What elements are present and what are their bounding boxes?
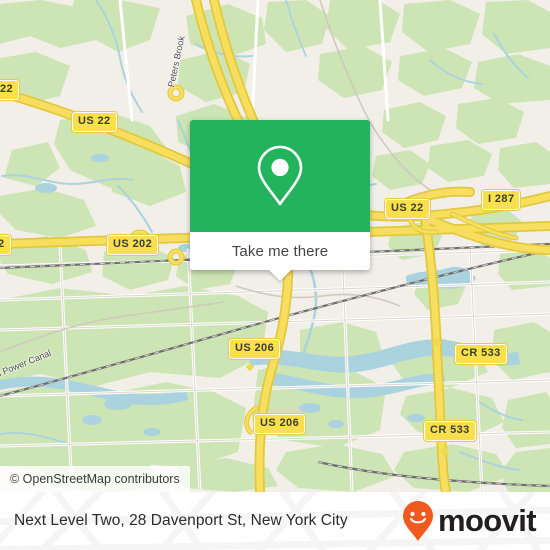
footer-bar: Next Level Two, 28 Davenport St, New Yor… [0,492,550,550]
road-shield: 2 [0,234,12,256]
road-shield: 22 [0,79,21,101]
road-shield: US 206 [227,338,282,360]
address-line: Next Level Two, 28 Davenport St, New Yor… [14,492,348,550]
osm-attribution[interactable]: © OpenStreetMap contributors [0,466,190,492]
moovit-brand[interactable]: moovit [401,492,537,550]
card-pointer-tail [269,270,291,281]
road-shield: CR 533 [454,343,508,365]
take-me-there-label: Take me there [231,242,329,260]
road-shield: US 22 [384,198,431,220]
road-shield: US 22 [71,111,118,133]
map-pin-icon [257,145,303,206]
moovit-pin-icon [402,501,433,541]
road-shield: I 287 [480,189,522,211]
moovit-map-screen: 22 US 22 2 US 202 US 22 I 287 US 206 US … [0,0,550,550]
card-icon-area [190,120,370,232]
address-text: Next Level Two, 28 Davenport St, New Yor… [14,512,348,529]
destination-popup-card[interactable]: Take me there [190,120,370,281]
card-action-area[interactable]: Take me there [190,232,370,281]
moovit-wordmark: moovit [437,502,537,538]
map-canvas[interactable]: 22 US 22 2 US 202 US 22 I 287 US 206 US … [0,0,550,492]
road-shield: US 202 [105,234,160,256]
attribution-text: © OpenStreetMap contributors [10,472,180,486]
road-shield: CR 533 [423,420,477,442]
road-shield: US 206 [252,413,307,435]
